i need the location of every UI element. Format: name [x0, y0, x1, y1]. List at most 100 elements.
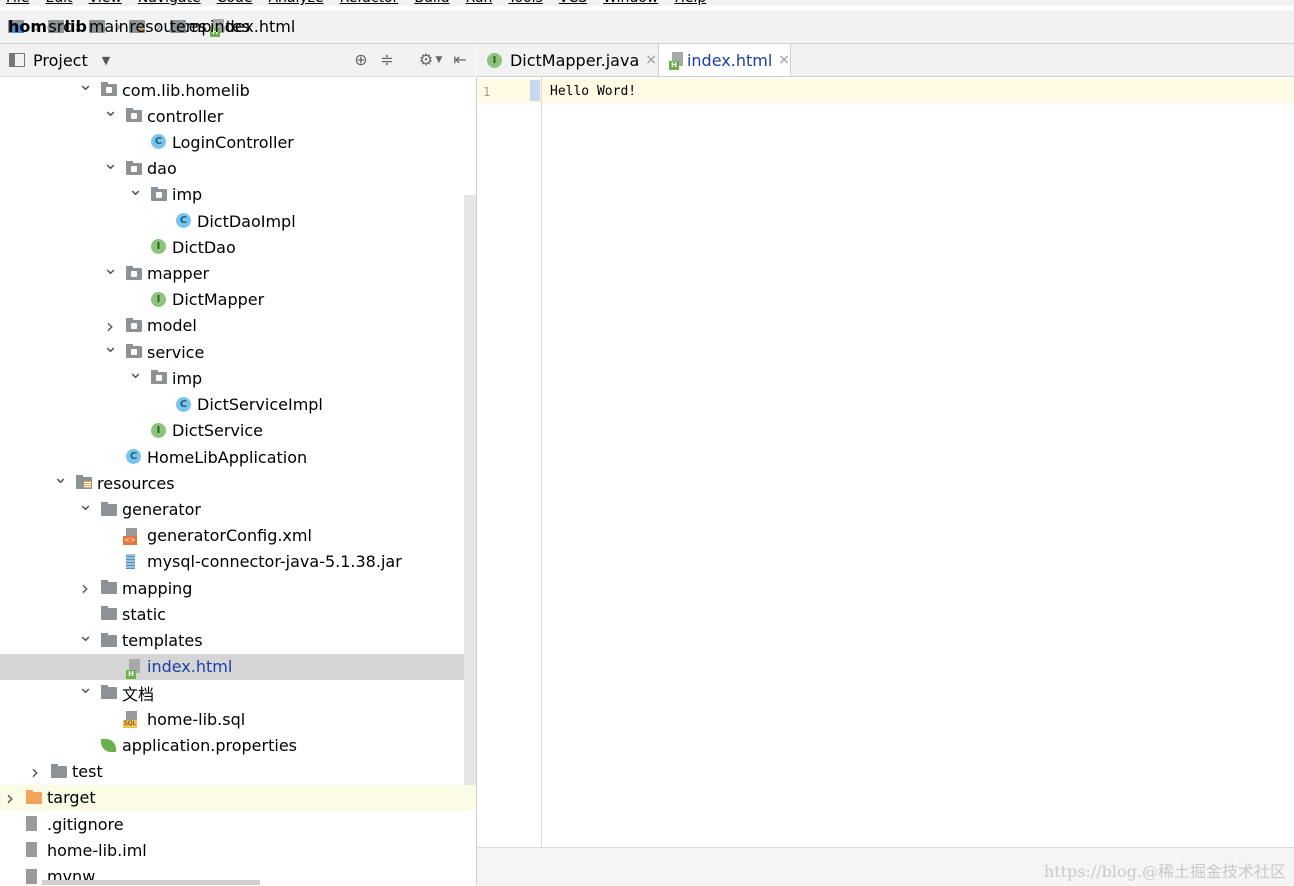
project-view-icon[interactable]: [9, 53, 25, 67]
tree-item[interactable]: I DictMapper: [0, 287, 476, 313]
tree-item-label: model: [147, 316, 197, 336]
folder-icon: [101, 685, 117, 700]
close-icon[interactable]: ×: [778, 52, 790, 68]
tree-item[interactable]: static: [0, 601, 476, 627]
breadcrumb-label: index.html: [210, 17, 296, 36]
menu-item[interactable]: Navigate: [138, 0, 201, 6]
menu-item[interactable]: Run: [466, 0, 493, 6]
menu-item[interactable]: Refactor: [340, 0, 399, 6]
project-panel-title[interactable]: Project: [33, 51, 88, 70]
menu-item[interactable]: Tools: [508, 0, 543, 6]
horizontal-scrollbar[interactable]: [42, 880, 260, 885]
menu-item[interactable]: File: [6, 0, 29, 6]
menu-item[interactable]: Window: [603, 0, 658, 6]
tree-item[interactable]: .gitignore: [0, 811, 476, 837]
code-editor[interactable]: 1 Hello Word!: [477, 77, 1294, 847]
file-icon: [26, 816, 37, 832]
tree-item[interactable]: index.html: [0, 653, 476, 680]
menu-item[interactable]: Analyze: [268, 0, 323, 6]
tree-item[interactable]: ⌄ templates: [0, 626, 476, 654]
chevron-down-icon[interactable]: ▼: [429, 50, 449, 70]
tree-item[interactable]: ⌄ imp: [0, 180, 476, 208]
menu-item[interactable]: VCS: [559, 0, 587, 6]
tab-label: DictMapper.java: [509, 50, 640, 70]
tree-item-label: static: [122, 604, 166, 624]
folder-icon: [101, 632, 117, 647]
project-panel-header: Project ▼ ⊕ ≑ ⚙ ▼ ⇤: [0, 44, 476, 77]
tree-item-label: imp: [172, 185, 203, 205]
tab-label: index.html: [686, 50, 773, 70]
menu-item[interactable]: View: [89, 0, 122, 6]
chevron-down-icon[interactable]: ▼: [102, 54, 110, 67]
tree-item[interactable]: › mapping: [0, 575, 476, 601]
tab-index-html[interactable]: index.html ×: [658, 44, 791, 76]
tree-item[interactable]: ⌄ com.lib.homelib: [0, 77, 476, 103]
tree-item-label: resources: [97, 473, 175, 493]
chevron-down-icon[interactable]: ⌄: [78, 626, 93, 644]
file-icon: [26, 842, 37, 858]
tree-item[interactable]: ⌄ generator: [0, 495, 476, 523]
chevron-down-icon[interactable]: ⌄: [53, 469, 68, 487]
tree-item-label: mapping: [122, 578, 193, 598]
tree-item[interactable]: home-lib.iml: [0, 837, 476, 863]
tree-item[interactable]: C HomeLibApplication: [0, 444, 476, 470]
package-icon: [101, 82, 117, 96]
xml-file-icon: [123, 527, 137, 545]
hide-panel-icon[interactable]: ⇤: [450, 50, 470, 70]
tree-item[interactable]: › model: [0, 313, 476, 339]
gutter: 1: [477, 77, 542, 847]
tree-item[interactable]: › test: [0, 759, 476, 785]
tree-item[interactable]: application.properties: [0, 733, 476, 759]
chevron-down-icon[interactable]: ⌄: [103, 154, 118, 172]
tree-item[interactable]: home-lib.sql: [0, 706, 476, 732]
tree-item[interactable]: I DictService: [0, 418, 476, 444]
tree-item[interactable]: ⌄ mapper: [0, 259, 476, 287]
tab-dictmapper-java[interactable]: I DictMapper.java ×: [477, 44, 657, 76]
tree-item[interactable]: generatorConfig.xml: [0, 523, 476, 549]
excluded-folder-icon: [26, 789, 42, 804]
chevron-down-icon[interactable]: ⌄: [103, 338, 118, 356]
tree-item-label: dao: [147, 159, 177, 179]
menu-item[interactable]: Help: [674, 0, 706, 6]
tree-item[interactable]: ⌄ resources: [0, 469, 476, 496]
locate-icon[interactable]: ⊕: [351, 50, 371, 70]
menu-item[interactable]: Code: [217, 0, 253, 6]
tree-item[interactable]: C DictServiceImpl: [0, 392, 476, 418]
tree-item-label: DictService: [172, 421, 263, 441]
chevron-down-icon[interactable]: ⌄: [103, 259, 118, 277]
chevron-down-icon[interactable]: ⌄: [78, 679, 93, 697]
package-icon: [126, 344, 142, 359]
close-icon[interactable]: ×: [645, 52, 657, 68]
tree-scrollbar[interactable]: [464, 195, 476, 785]
html-file-icon: [669, 52, 683, 70]
chevron-down-icon[interactable]: ⌄: [78, 77, 93, 94]
chevron-down-icon[interactable]: ⌄: [128, 364, 143, 382]
tree-item[interactable]: C DictDaoImpl: [0, 208, 476, 234]
code-line[interactable]: Hello Word!: [550, 84, 636, 99]
chevron-right-icon[interactable]: ›: [78, 578, 92, 598]
tree-item-label: mapper: [147, 264, 210, 284]
chevron-right-icon[interactable]: ›: [28, 762, 42, 782]
tree-item-label: generatorConfig.xml: [147, 526, 312, 546]
tree-item[interactable]: ⌄ 文档: [0, 679, 476, 706]
tree-item[interactable]: ⌄ service: [0, 338, 476, 365]
chevron-down-icon[interactable]: ⌄: [128, 180, 143, 198]
tree-item[interactable]: I DictDao: [0, 234, 476, 260]
tree-item[interactable]: ⌄ dao: [0, 154, 476, 182]
tree-item[interactable]: ⌄ controller: [0, 102, 476, 129]
collapse-all-icon[interactable]: ≑: [377, 50, 397, 70]
tree-item-label: controller: [147, 106, 224, 126]
interface-icon: I: [487, 52, 502, 68]
chevron-down-icon[interactable]: ⌄: [103, 102, 118, 120]
breadcrumb-item[interactable]: home-lib›: [0, 10, 87, 43]
tree-item-label: templates: [122, 631, 203, 651]
tree-item[interactable]: C LoginController: [0, 129, 476, 155]
menu-item[interactable]: Build: [414, 0, 449, 6]
tree-item[interactable]: › target: [0, 784, 476, 811]
chevron-right-icon[interactable]: ›: [103, 316, 117, 336]
tree-item[interactable]: ⌄ imp: [0, 364, 476, 391]
chevron-down-icon[interactable]: ⌄: [78, 495, 93, 513]
chevron-right-icon[interactable]: ›: [3, 788, 17, 808]
menu-item[interactable]: Edit: [45, 0, 72, 6]
tree-item[interactable]: mysql-connector-java-5.1.38.jar: [0, 549, 476, 575]
